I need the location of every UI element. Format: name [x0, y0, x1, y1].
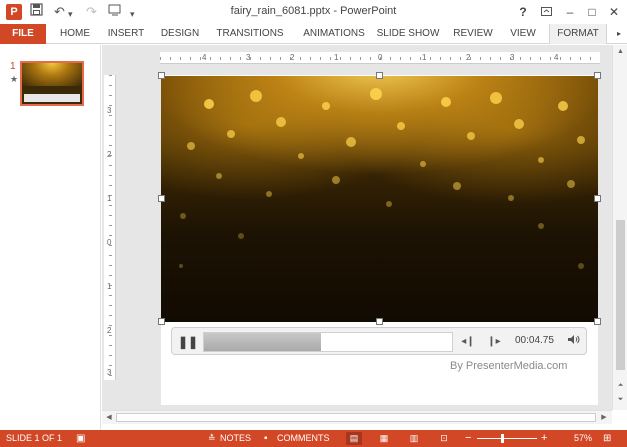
reading-view-icon[interactable]: ▥ — [406, 432, 422, 445]
tab-design[interactable]: DESIGN — [156, 24, 204, 44]
slide-number: 1 — [10, 61, 16, 72]
notes-icon[interactable]: ≛ — [208, 430, 216, 447]
skip-back-icon[interactable]: ◂❙ — [460, 334, 476, 350]
ruler-label: 1 — [107, 282, 112, 291]
scroll-right-icon[interactable]: ▶ — [599, 413, 609, 422]
next-slide-icon[interactable]: ⏷ — [616, 395, 625, 405]
zoom-slider[interactable] — [477, 438, 537, 439]
tab-view[interactable]: VIEW — [504, 24, 542, 44]
animation-marker-icon: ★ — [10, 74, 19, 84]
customize-quick-access-icon[interactable]: ▾ — [130, 5, 135, 23]
horizontal-scrollbar[interactable]: ◀ ▶ — [102, 410, 612, 424]
ruler-label: 1 — [334, 53, 339, 62]
resize-handle-top-left[interactable] — [158, 72, 165, 79]
pause-icon[interactable]: ❚❚ — [178, 334, 198, 350]
ruler-label: 2 — [107, 150, 112, 159]
ruler-label: 3 — [107, 106, 112, 115]
scroll-up-icon[interactable]: ▲ — [616, 47, 625, 57]
presentermedia-credit: By PresenterMedia.com — [450, 360, 568, 372]
undo-dropdown-icon[interactable]: ▾ — [68, 5, 73, 23]
ruler-label: 2 — [466, 53, 471, 62]
volume-icon[interactable] — [565, 334, 581, 350]
ruler-label: 1 — [422, 53, 427, 62]
close-button[interactable]: ✕ — [604, 2, 624, 22]
notes-button[interactable]: NOTES — [220, 430, 251, 447]
ruler-label: 0 — [378, 53, 383, 62]
slide-thumbnail[interactable] — [20, 61, 84, 106]
thumbnail-video-image — [22, 63, 82, 86]
redo-icon[interactable]: ↷ — [86, 3, 97, 21]
ribbon-tab-bar: FILE HOME INSERT DESIGN TRANSITIONS ANIM… — [0, 24, 627, 44]
horizontal-scroll-thumb[interactable] — [116, 413, 596, 422]
comments-icon[interactable]: ▪ — [264, 430, 268, 447]
ruler-label: 3 — [246, 53, 251, 62]
bokeh-particles — [179, 88, 585, 269]
tab-file[interactable]: FILE — [0, 24, 46, 44]
undo-icon[interactable]: ↶ — [54, 3, 65, 21]
resize-handle-right[interactable] — [594, 195, 601, 202]
scroll-left-icon[interactable]: ◀ — [104, 413, 114, 422]
zoom-in-button[interactable]: + — [541, 430, 547, 447]
ruler-label: 2 — [107, 326, 112, 335]
tab-transitions[interactable]: TRANSITIONS — [212, 24, 288, 44]
fit-to-window-icon[interactable]: ⊞ — [603, 430, 611, 447]
skip-forward-icon[interactable]: ❙▸ — [486, 334, 502, 350]
playback-time: 00:04.75 — [515, 335, 554, 346]
normal-view-icon[interactable]: ▤ — [346, 432, 362, 445]
minimize-button[interactable]: – — [560, 2, 580, 22]
resize-handle-left[interactable] — [158, 195, 165, 202]
tab-review[interactable]: REVIEW — [450, 24, 496, 44]
thumbnail-controls-bar — [24, 94, 80, 102]
slide-indicator: SLIDE 1 OF 1 — [6, 433, 63, 443]
start-from-beginning-icon[interactable] — [108, 3, 122, 22]
ruler-label: 4 — [554, 53, 559, 62]
tab-slide-show[interactable]: SLIDE SHOW — [376, 24, 440, 44]
tab-insert[interactable]: INSERT — [102, 24, 150, 44]
slide-thumbnail-pane: 1 ★ — [0, 45, 101, 430]
resize-handle-bottom-right[interactable] — [594, 318, 601, 325]
zoom-slider-thumb[interactable] — [501, 434, 505, 443]
slide-sorter-icon[interactable]: ▦ — [376, 432, 392, 445]
zoom-out-button[interactable]: − — [465, 430, 471, 447]
maximize-button[interactable]: □ — [582, 2, 602, 22]
tab-animations[interactable]: ANIMATIONS — [294, 24, 374, 44]
ribbon-display-options-icon[interactable] — [536, 2, 556, 22]
resize-handle-top[interactable] — [376, 72, 383, 79]
video-frame[interactable] — [161, 76, 598, 322]
spell-check-icon[interactable]: ▣ — [76, 430, 85, 447]
tab-home[interactable]: HOME — [52, 24, 98, 44]
resize-handle-top-right[interactable] — [594, 72, 601, 79]
seek-bar-progress — [204, 333, 321, 351]
ruler-label: 1 — [107, 194, 112, 203]
seek-bar[interactable] — [203, 332, 453, 352]
zoom-level[interactable]: 57% — [574, 430, 592, 447]
save-icon[interactable] — [30, 3, 43, 21]
media-controls: ❚❚ ◂❙ ❙▸ 00:04.75 — [171, 327, 587, 355]
tab-format[interactable]: FORMAT — [549, 24, 607, 44]
ruler-label: 3 — [107, 368, 112, 377]
vertical-scrollbar[interactable]: ▲ ⏶ ⏷ — [612, 45, 627, 410]
help-button[interactable]: ? — [513, 2, 533, 22]
status-bar: SLIDE 1 OF 1 ▣ ≛ NOTES ▪ COMMENTS ▤ ▦ ▥ … — [0, 430, 627, 447]
ruler-label: 4 — [202, 53, 207, 62]
tab-scroll-right-icon[interactable]: ▸ — [612, 24, 626, 44]
previous-slide-icon[interactable]: ⏶ — [616, 381, 625, 391]
slide-show-icon[interactable]: ⊡ — [436, 432, 452, 445]
vertical-scroll-thumb[interactable] — [616, 220, 625, 370]
resize-handle-bottom-left[interactable] — [158, 318, 165, 325]
resize-handle-bottom[interactable] — [376, 318, 383, 325]
powerpoint-app-icon[interactable]: P — [6, 4, 22, 20]
title-bar: P ↶ ▾ ↷ ▾ fairy_rain_6081.pptx - PowerPo… — [0, 0, 627, 24]
ruler-label: 3 — [510, 53, 515, 62]
ruler-label: 0 — [107, 238, 112, 247]
comments-button[interactable]: COMMENTS — [277, 430, 330, 447]
ruler-label: 2 — [290, 53, 295, 62]
